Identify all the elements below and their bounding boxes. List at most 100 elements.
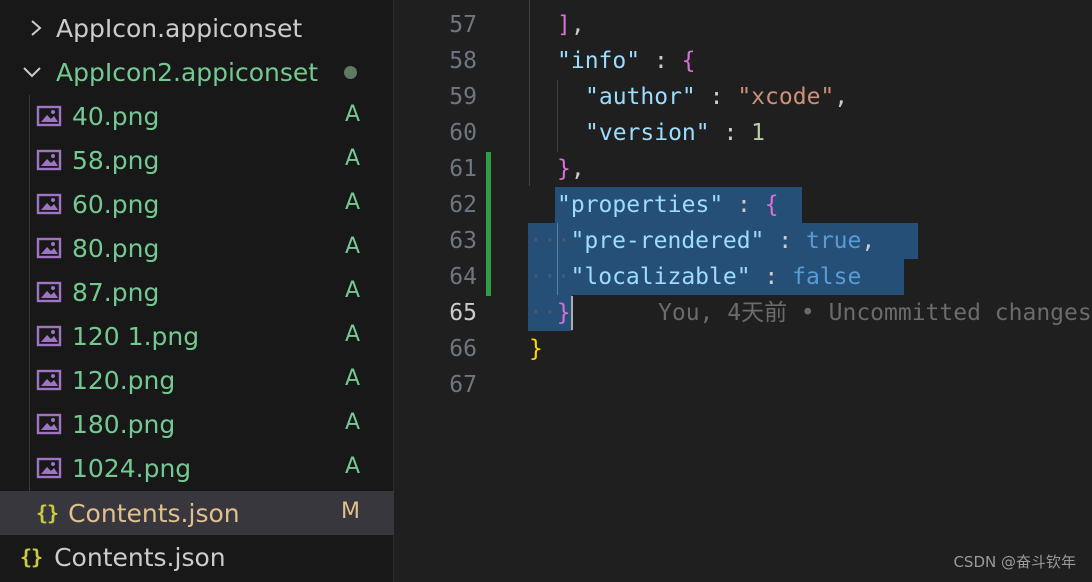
file-label: 1024.png [72, 453, 192, 483]
brace-token: } [556, 300, 571, 326]
code-line-61: }, [557, 151, 585, 187]
brace-token: } [557, 156, 571, 182]
file-item-contents-json-selected[interactable]: {} Contents.json M [0, 491, 394, 535]
image-icon [36, 105, 62, 127]
file-label: Contents.json [54, 542, 226, 572]
image-icon [36, 413, 62, 435]
colon-token: : [640, 48, 682, 74]
git-status-badge: A [345, 102, 361, 127]
explorer-sidebar: AppIcon.appiconset AppIcon2.appiconset 4… [0, 0, 394, 582]
comma-token: , [570, 156, 585, 182]
brace-token: } [529, 336, 543, 362]
file-item-60[interactable]: 60.png A [0, 182, 394, 226]
json-key: "author" [585, 84, 696, 110]
code-line-64: ···"localizable" : false [529, 259, 861, 295]
file-item-180[interactable]: 180.png A [0, 402, 394, 446]
file-item-120-1[interactable]: 120 1.png A [0, 314, 394, 358]
whitespace-dots: ·· [529, 300, 557, 326]
file-item-120[interactable]: 120.png A [0, 358, 394, 402]
file-label: 40.png [72, 101, 160, 131]
comma-token: , [834, 84, 849, 110]
file-item-1024[interactable]: 1024.png A [0, 446, 394, 490]
brace-token: { [764, 192, 779, 218]
git-blame-annotation: You, 4天前 • Uncommitted changes [658, 300, 1092, 326]
folder-appicon2[interactable]: AppIcon2.appiconset [0, 50, 394, 94]
git-status-badge: A [345, 366, 361, 391]
folder-label: AppIcon2.appiconset [56, 57, 319, 87]
image-icon [36, 193, 62, 215]
json-bool-value: true [805, 228, 862, 254]
file-label: 58.png [72, 145, 160, 175]
json-key: "version" [585, 120, 710, 146]
json-braces-icon: {} [20, 545, 43, 569]
file-item-80[interactable]: 80.png A [0, 226, 394, 270]
indent-guide [557, 80, 558, 152]
line-number: 66 [449, 336, 477, 362]
comma-token: , [861, 228, 876, 254]
indent-guide [529, 0, 530, 186]
file-label: 120.png [72, 365, 176, 395]
line-number: 59 [449, 84, 477, 110]
json-number-value: 1 [751, 120, 766, 146]
json-key: "pre-rendered" [570, 228, 765, 254]
colon-token: : [709, 120, 752, 146]
whitespace-dots: ··· [529, 228, 571, 254]
json-braces-icon: {} [36, 501, 59, 525]
code-editor[interactable]: 57 58 59 60 61 62 63 64 65 66 67 ], "inf… [395, 0, 1092, 582]
line-number: 58 [449, 48, 477, 74]
modified-dot-icon [344, 66, 357, 79]
bracket-token: ] [557, 12, 571, 38]
git-status-badge: A [345, 410, 361, 435]
git-status-badge: A [345, 234, 361, 259]
text-cursor [571, 296, 573, 330]
watermark: CSDN @奋斗钦年 [953, 553, 1076, 571]
image-icon [36, 369, 62, 391]
git-status-badge: A [345, 322, 361, 347]
code-line-62: "properties" : { [557, 187, 779, 223]
file-label: 80.png [72, 233, 160, 263]
git-status-badge: A [345, 146, 361, 171]
chevron-down-icon [22, 62, 42, 82]
line-number: 61 [449, 156, 477, 182]
git-status-badge: A [345, 190, 361, 215]
whitespace-dots: ··· [529, 264, 571, 290]
file-item-58[interactable]: 58.png A [0, 138, 394, 182]
git-status-badge: M [341, 499, 360, 524]
git-status-badge: A [345, 454, 361, 479]
image-icon [36, 237, 62, 259]
file-item-87[interactable]: 87.png A [0, 270, 394, 314]
file-item-40[interactable]: 40.png A [0, 94, 394, 138]
line-number: 62 [449, 192, 477, 218]
line-number: 64 [449, 264, 477, 290]
code-line-60: "version" : 1 [585, 115, 765, 151]
json-key: "info" [557, 48, 641, 74]
file-item-root-contents-json[interactable]: {} Contents.json [0, 535, 394, 579]
colon-token: : [750, 264, 793, 290]
code-line-57: ], [557, 7, 585, 43]
code-line-63: ···"pre-rendered" : true, [529, 223, 875, 259]
image-icon [36, 325, 62, 347]
git-status-badge: A [345, 278, 361, 303]
git-gutter-added[interactable] [486, 152, 491, 296]
comma-token: , [570, 12, 585, 38]
file-label: 120 1.png [72, 321, 200, 351]
code-line-58: "info" : { [557, 43, 696, 79]
code-line-65: ··} [529, 295, 571, 331]
line-number: 60 [449, 120, 477, 146]
line-number: 67 [449, 372, 477, 398]
json-key: "properties" [557, 192, 724, 218]
image-icon [36, 457, 62, 479]
folder-label: AppIcon.appiconset [56, 13, 303, 43]
image-icon [36, 281, 62, 303]
line-number: 57 [449, 12, 477, 38]
file-label: Contents.json [68, 498, 240, 528]
colon-token: : [695, 84, 738, 110]
json-bool-value: false [792, 264, 862, 290]
brace-token: { [681, 48, 696, 74]
colon-token: : [723, 192, 765, 218]
json-key: "localizable" [570, 264, 751, 290]
file-label: 87.png [72, 277, 160, 307]
folder-appicon[interactable]: AppIcon.appiconset [0, 6, 394, 50]
json-string-value: "xcode" [737, 84, 835, 110]
file-label: 180.png [72, 409, 176, 439]
